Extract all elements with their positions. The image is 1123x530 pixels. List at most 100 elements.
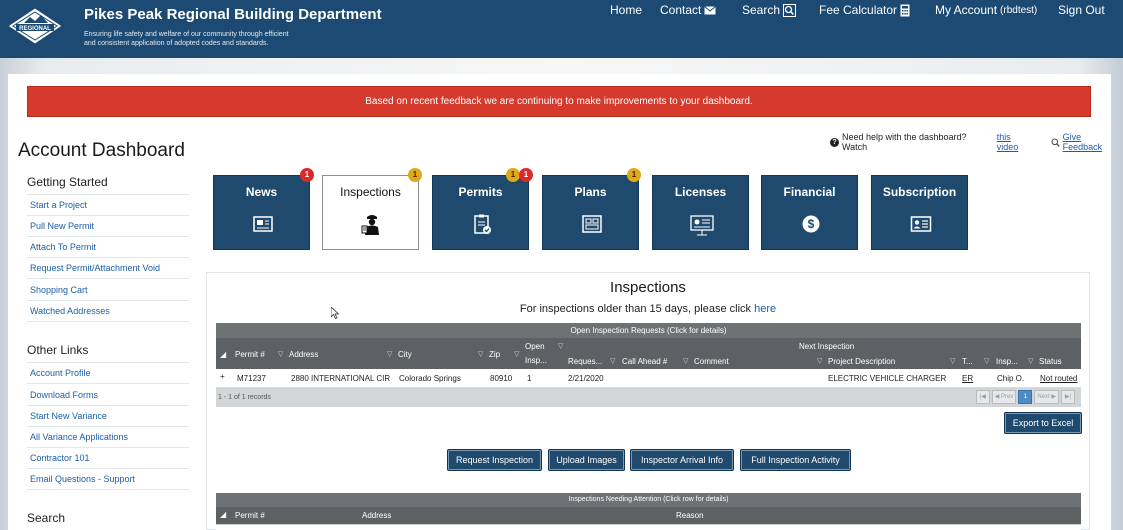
col-city[interactable]: City (398, 350, 412, 359)
nav-sign-out[interactable]: Sign Out (1058, 3, 1105, 17)
next-inspection-group: Next Inspection (799, 342, 855, 351)
sidebar-account-profile[interactable]: Account Profile (27, 363, 189, 384)
mouse-cursor-icon (331, 307, 339, 319)
filter-icon[interactable]: ▽ (558, 342, 563, 350)
col-permit[interactable]: Permit # (235, 350, 265, 359)
sidebar-attach-to-permit[interactable]: Attach To Permit (27, 237, 189, 258)
plans-badge: 1 (627, 168, 641, 182)
col-status[interactable]: Status (1039, 357, 1062, 366)
col-requested[interactable]: Reques... (568, 357, 602, 366)
expand-row-icon[interactable]: + (220, 372, 225, 381)
sidebar-contractor-101[interactable]: Contractor 101 (27, 448, 189, 469)
sidebar-all-variance-apps[interactable]: All Variance Applications (27, 427, 189, 448)
grid-footer: 1 - 1 of 1 records |◀ ◀ Prev 1 Next ▶ ▶| (216, 388, 1081, 407)
sidebar-watched-addresses[interactable]: Watched Addresses (27, 301, 189, 322)
sidebar-start-new-variance[interactable]: Start New Variance (27, 406, 189, 427)
page-title: Account Dashboard (18, 140, 185, 161)
license-icon (690, 215, 714, 236)
blueprint-icon (582, 215, 602, 233)
col-address[interactable]: Address (362, 511, 391, 520)
table-row[interactable] (216, 524, 1081, 530)
col-zip[interactable]: Zip (489, 350, 500, 359)
inspections-badge: 1 (408, 168, 422, 182)
nav-home[interactable]: Home (610, 3, 642, 17)
last-page-button[interactable]: ▶| (1061, 390, 1075, 404)
nav-my-account[interactable]: My Account (rbdtest) (935, 3, 1037, 17)
filter-icon[interactable]: ▽ (817, 357, 822, 365)
nav-fee-calculator[interactable]: Fee Calculator (819, 3, 910, 17)
col-type[interactable]: T... (962, 357, 973, 366)
tile-plans[interactable]: Plans (542, 175, 639, 250)
sidebar-download-forms[interactable]: Download Forms (27, 385, 189, 406)
tile-news[interactable]: News (213, 175, 310, 250)
search-heading: Search (27, 511, 66, 525)
news-badge: 1 (300, 168, 314, 182)
filter-icon[interactable]: ▽ (683, 357, 688, 365)
col-address[interactable]: Address (289, 350, 318, 359)
filter-icon[interactable]: ▽ (984, 357, 989, 365)
video-link[interactable]: this video (997, 132, 1035, 152)
export-excel-button[interactable]: Export to Excel (1004, 412, 1082, 434)
col-project-description[interactable]: Project Description (828, 357, 895, 366)
sidebar-start-project[interactable]: Start a Project (27, 195, 189, 216)
tile-licenses[interactable]: Licenses (652, 175, 749, 250)
filter-icon[interactable]: ▽ (387, 350, 392, 358)
open-requests-grid-title[interactable]: Open Inspection Requests (Click for deta… (216, 323, 1081, 338)
attention-grid-title[interactable]: Inspections Needing Attention (Click row… (216, 493, 1081, 507)
expand-col-icon: ◢ (220, 350, 227, 359)
filter-icon[interactable]: ▽ (950, 357, 955, 365)
older-inspections-link[interactable]: here (754, 303, 776, 315)
permits-badge-red: 1 (519, 168, 533, 182)
question-icon: ? (830, 137, 839, 147)
calculator-icon (900, 4, 910, 16)
give-feedback-link[interactable]: Give Feedback (1063, 132, 1123, 152)
org-name[interactable]: Pikes Peak Regional Building Department (84, 6, 382, 23)
sidebar-email-support[interactable]: Email Questions - Support (27, 469, 189, 490)
upload-images-button[interactable]: Upload Images (548, 449, 625, 471)
svg-text:REGIONAL: REGIONAL (19, 26, 51, 32)
record-count: 1 - 1 of 1 records (218, 394, 271, 401)
permits-badge-yellow: 1 (506, 168, 520, 182)
tile-permits[interactable]: Permits (432, 175, 529, 250)
feedback-banner: Based on recent feedback we are continui… (27, 86, 1091, 117)
current-page[interactable]: 1 (1018, 390, 1033, 404)
sidebar-shopping-cart[interactable]: Shopping Cart (27, 280, 189, 301)
next-page-button[interactable]: Next ▶ (1034, 390, 1059, 404)
prev-page-button[interactable]: ◀ Prev (991, 390, 1017, 404)
dollar-icon: $ (802, 215, 820, 233)
inspector-arrival-button[interactable]: Inspector Arrival Info (630, 449, 734, 471)
tagline: Ensuring life safety and welfare of our … (84, 31, 289, 47)
filter-icon[interactable]: ▽ (478, 350, 483, 358)
status-link[interactable]: Not routed (1040, 374, 1077, 383)
col-comment[interactable]: Comment (694, 357, 729, 366)
filter-icon[interactable]: ▽ (610, 357, 615, 365)
col-call-ahead[interactable]: Call Ahead # (622, 357, 667, 366)
id-card-icon (910, 216, 932, 232)
first-page-button[interactable]: |◀ (975, 390, 990, 404)
tile-subscription[interactable]: Subscription (871, 175, 968, 250)
col-permit[interactable]: Permit # (235, 511, 265, 520)
full-inspection-activity-button[interactable]: Full Inspection Activity (740, 449, 851, 471)
sidebar-pull-new-permit[interactable]: Pull New Permit (27, 216, 189, 237)
svg-text:$: $ (808, 217, 815, 231)
filter-icon[interactable]: ▽ (514, 350, 519, 358)
nav-contact[interactable]: Contact (660, 3, 717, 17)
col-reason[interactable]: Reason (676, 511, 704, 520)
logo[interactable]: REGIONAL (6, 6, 64, 46)
request-inspection-button[interactable]: Request Inspection (447, 449, 542, 471)
filter-icon[interactable]: ▽ (1028, 357, 1033, 365)
site-header: REGIONAL Pikes Peak Regional Building De… (0, 0, 1123, 58)
nav-search[interactable]: Search (742, 3, 797, 17)
filter-icon[interactable]: ▽ (278, 350, 283, 358)
col-inspector[interactable]: Insp... (996, 357, 1018, 366)
tile-inspections[interactable]: Inspections (322, 175, 419, 250)
inspector-icon (361, 215, 379, 235)
open-requests-grid-header: ◢ Permit # ▽ Address ▽ City ▽ Zip ▽ Open… (216, 338, 1081, 369)
attention-grid-header: ◢ Permit # Address Reason (216, 507, 1081, 524)
table-row[interactable]: + M71237 2880 INTERNATIONAL CIR Colorado… (216, 369, 1081, 388)
type-link[interactable]: ER (962, 374, 973, 383)
tile-financial[interactable]: Financial $ (761, 175, 858, 250)
col-open-insp[interactable]: Open (525, 342, 545, 351)
envelope-icon (704, 5, 717, 14)
sidebar-request-void[interactable]: Request Permit/Attachment Void (27, 258, 189, 279)
